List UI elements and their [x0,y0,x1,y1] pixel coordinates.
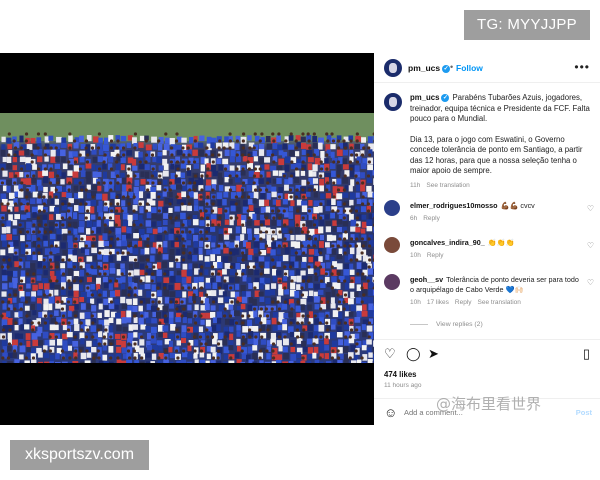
telegram-tag: TG: MYYJJPP [464,10,590,40]
commenter-username[interactable]: goncalves_indira_90_ [410,238,485,247]
verified-icon: ✓ [441,93,450,102]
caption-avatar[interactable] [384,93,402,111]
author-username[interactable]: pm_ucs ✓ [408,63,451,73]
caption-username[interactable]: pm_ucs ✓ [410,93,450,102]
post-side-panel: pm_ucs ✓ • Follow ••• pm_ucs ✓ Parabéns Tub… [374,53,600,425]
site-tag: xksportszv.com [10,440,149,470]
commenter-username[interactable]: elmer_rodrigues10mosso [410,201,498,210]
view-replies-link[interactable]: View replies (2) [410,321,483,328]
comment-time: 10h [410,299,421,306]
post-comment-button[interactable]: Post [576,408,592,417]
heart-icon[interactable]: ♡ [587,204,594,213]
comment-item: geoh__sv Tolerância de ponto deveria ser … [384,274,594,306]
reply-button[interactable]: Reply [423,215,440,222]
bookmark-icon[interactable]: ▯ [583,346,590,362]
share-icon[interactable]: ➤ [428,346,439,362]
comment-likes[interactable]: 17 likes [427,299,449,306]
comment-icon[interactable]: ◯ [406,346,421,362]
commenter-username[interactable]: geoh__sv [410,275,443,284]
comment-text: 💪🏾💪🏾 cvcv [500,201,535,210]
heart-icon[interactable]: ♡ [587,241,594,250]
comment-item: elmer_rodrigues10mosso 💪🏾💪🏾 cvcv 6h Reply … [384,200,594,230]
emoji-icon[interactable]: ☺ [384,405,397,420]
caption-meta: 11h See translation [410,181,594,192]
heart-icon[interactable]: ♡ [587,278,594,287]
author-avatar[interactable] [384,59,402,77]
watermark: @海布里看世界 [436,395,542,413]
crowd-photo[interactable] [0,113,374,363]
like-count[interactable]: 474 likes [384,370,417,379]
comment-item: goncalves_indira_90_ 👏👏👏 10h Reply ♡ [384,237,594,267]
post-media [0,53,374,425]
more-options-icon[interactable]: ••• [574,60,590,74]
caption-time: 11h [410,181,421,189]
comment-text: 👏👏👏 [487,238,515,247]
commenter-avatar[interactable] [384,200,400,216]
reply-button[interactable]: Reply [427,252,444,259]
post-timestamp: 11 hours ago [384,382,422,389]
follow-button[interactable]: Follow [456,63,483,73]
verified-icon: ✓ [442,64,451,73]
commenter-avatar[interactable] [384,274,400,290]
heart-icon[interactable]: ♡ [384,346,396,362]
instagram-post: pm_ucs ✓ • Follow ••• pm_ucs ✓ Parabéns Tub… [0,53,600,425]
comment-time: 10h [410,252,421,259]
post-header: pm_ucs ✓ • Follow ••• [374,53,600,83]
caption-text-2: Dia 13, para o jogo com Eswatini, o Gove… [410,134,583,176]
see-translation-link[interactable]: See translation [426,182,469,189]
separator-dot: • [450,62,454,72]
reply-button[interactable]: Reply [455,299,472,306]
crowd-image [0,113,374,363]
commenter-avatar[interactable] [384,237,400,253]
comment-time: 6h [410,215,418,222]
see-translation-link[interactable]: See translation [478,299,521,306]
